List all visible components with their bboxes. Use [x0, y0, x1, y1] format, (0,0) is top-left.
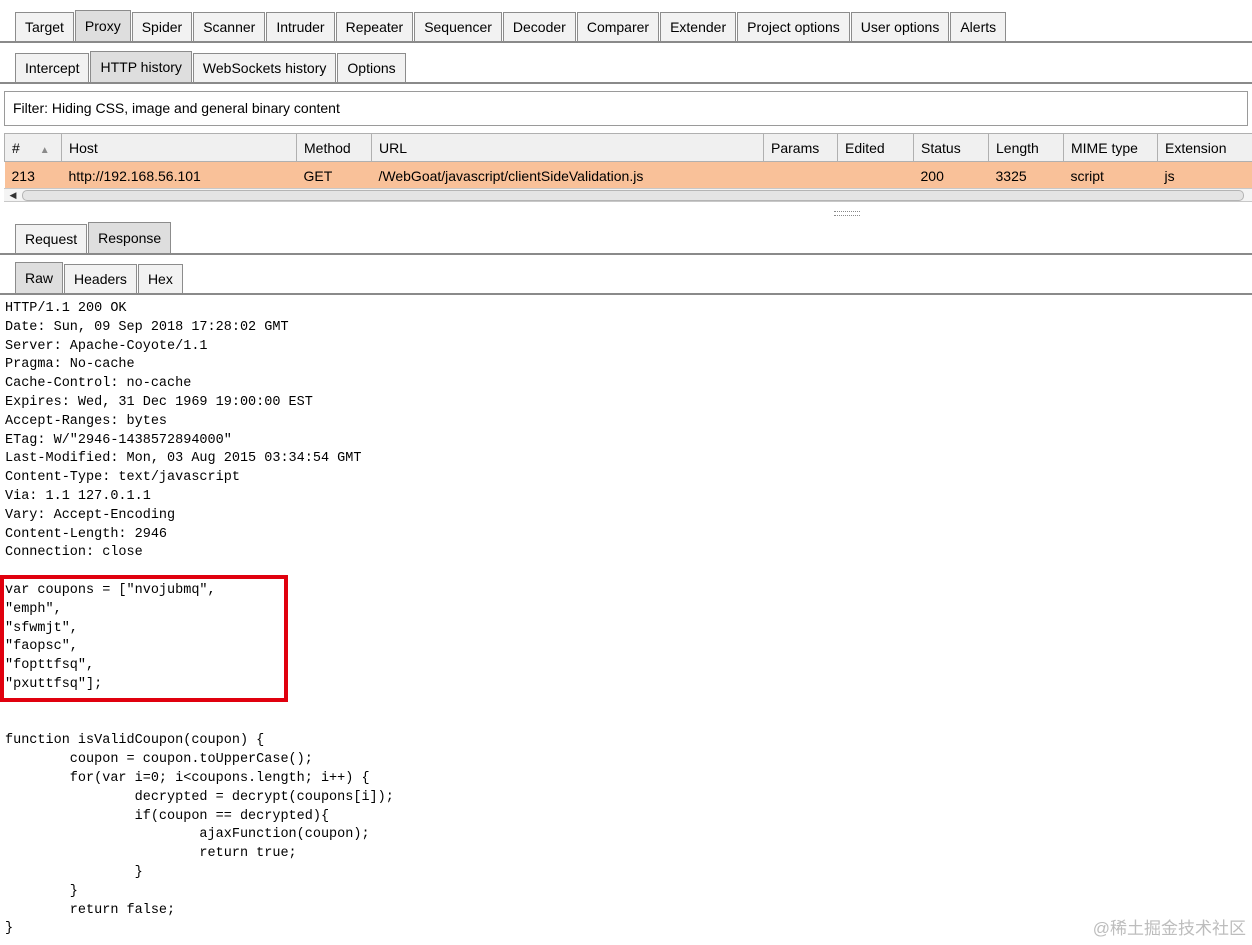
column-header-length[interactable]: Length	[988, 133, 1064, 162]
cell-extension: js	[1157, 161, 1252, 190]
subtab-intercept[interactable]: Intercept	[15, 53, 90, 82]
tab-alerts[interactable]: Alerts	[950, 12, 1007, 41]
cell-method: GET	[296, 161, 372, 190]
column-header-url[interactable]: URL	[371, 133, 764, 162]
sort-ascending-icon: ▲	[39, 144, 50, 156]
split-pane-handle[interactable]	[834, 211, 860, 216]
tab-raw[interactable]: Raw	[15, 262, 64, 293]
column-header-label: #	[12, 139, 20, 156]
scroll-left-arrow-icon[interactable]: ◀	[6, 189, 20, 201]
horizontal-scrollbar[interactable]: ◀	[4, 188, 1252, 202]
proxy-subtab-bar: Intercept HTTP history WebSockets history O…	[0, 49, 1252, 84]
column-header-label: Status	[921, 139, 961, 156]
column-header-label: URL	[379, 139, 408, 156]
subtab-websockets-history[interactable]: WebSockets history	[192, 53, 337, 82]
column-header-label: Host	[69, 139, 98, 156]
tab-decoder[interactable]: Decoder	[502, 12, 576, 41]
cell-edited	[837, 161, 914, 190]
cell-hash: 213	[4, 161, 62, 190]
subtab-options[interactable]: Options	[337, 53, 406, 82]
cell-status: 200	[913, 161, 989, 190]
tab-headers[interactable]: Headers	[64, 264, 137, 293]
tab-comparer[interactable]: Comparer	[576, 12, 660, 41]
tab-response[interactable]: Response	[88, 222, 172, 253]
tab-sequencer[interactable]: Sequencer	[414, 12, 502, 41]
tab-target[interactable]: Target	[15, 12, 74, 41]
column-header-hash[interactable]: # ▲	[4, 133, 62, 162]
column-header-host[interactable]: Host	[61, 133, 297, 162]
tab-intruder[interactable]: Intruder	[266, 12, 335, 41]
watermark: @稀土掘金技术社区	[1092, 919, 1246, 938]
tab-scanner[interactable]: Scanner	[193, 12, 266, 41]
column-header-extension[interactable]: Extension	[1157, 133, 1252, 162]
cell-url: /WebGoat/javascript/clientSideValidation…	[371, 161, 764, 190]
tab-spider[interactable]: Spider	[131, 12, 193, 41]
subtab-http-history[interactable]: HTTP history	[90, 51, 192, 82]
column-header-label: Method	[304, 139, 351, 156]
coupons-highlight-box	[0, 575, 288, 702]
column-header-label: Edited	[845, 139, 885, 156]
tab-hex[interactable]: Hex	[137, 264, 183, 293]
column-header-edited[interactable]: Edited	[837, 133, 914, 162]
column-header-label: Extension	[1165, 139, 1227, 156]
scrollbar-thumb[interactable]	[22, 190, 1244, 201]
cell-length: 3325	[988, 161, 1064, 190]
tab-request[interactable]: Request	[15, 224, 88, 253]
view-tab-bar: Raw Headers Hex	[0, 262, 1252, 295]
column-header-label: Params	[771, 139, 820, 156]
cell-mime-type: script	[1063, 161, 1158, 190]
http-history-table: # ▲ Host Method URL Params Edited Status Length M…	[4, 133, 1252, 190]
column-header-method[interactable]: Method	[296, 133, 372, 162]
tab-proxy[interactable]: Proxy	[74, 10, 131, 41]
tab-project-options[interactable]: Project options	[737, 12, 850, 41]
column-header-status[interactable]: Status	[913, 133, 989, 162]
message-tab-bar: Request Response	[0, 221, 1252, 255]
column-header-mime-type[interactable]: MIME type	[1063, 133, 1158, 162]
tab-extender[interactable]: Extender	[660, 12, 737, 41]
tab-user-options[interactable]: User options	[850, 12, 950, 41]
main-tab-bar: Target Proxy Spider Scanner Intruder Repeater…	[0, 8, 1252, 43]
filter-bar[interactable]: Filter: Hiding CSS, image and general bi…	[4, 91, 1248, 126]
column-header-params[interactable]: Params	[763, 133, 838, 162]
table-row[interactable]: 213 http://192.168.56.101 GET/WebGoat/java…	[4, 161, 1252, 190]
cell-host: http://192.168.56.101	[61, 161, 297, 190]
cell-params	[763, 161, 838, 190]
tab-repeater[interactable]: Repeater	[335, 12, 414, 41]
column-header-label: MIME type	[1071, 139, 1138, 156]
column-header-label: Length	[996, 139, 1039, 156]
